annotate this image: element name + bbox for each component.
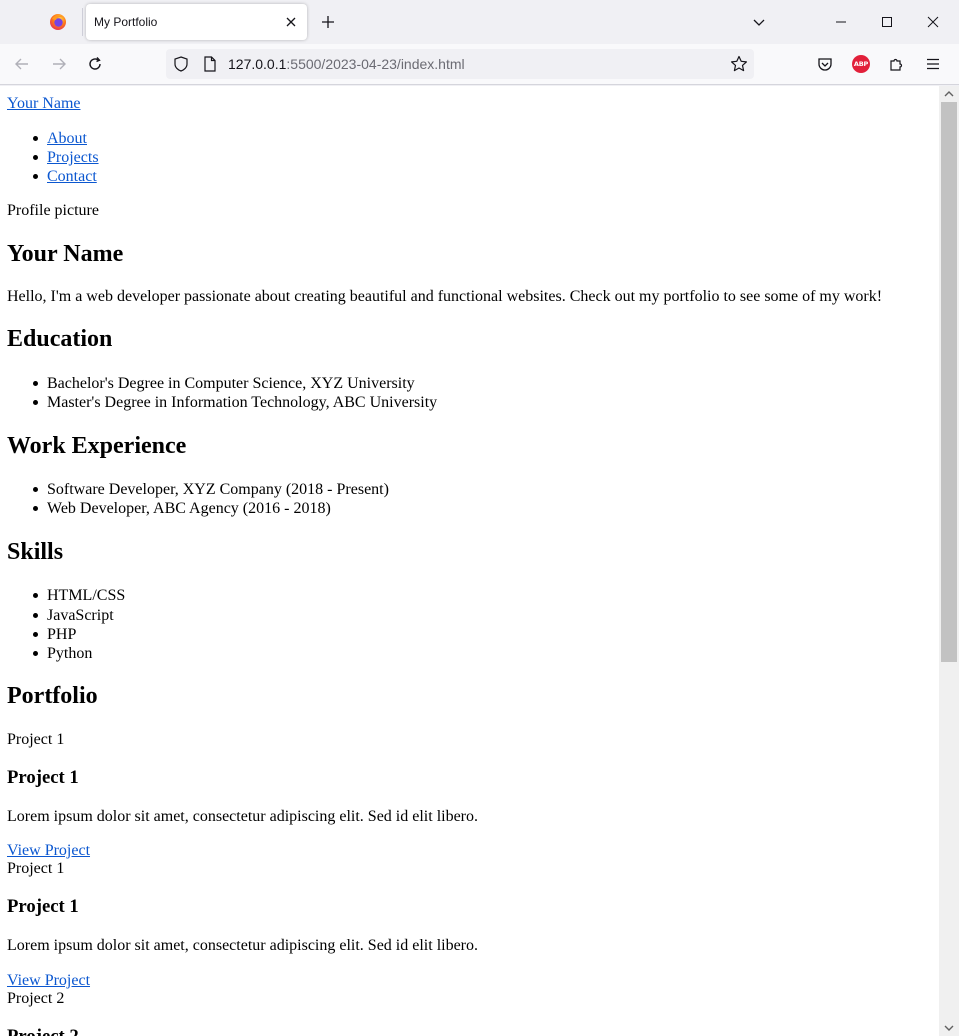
page-icon[interactable]	[202, 56, 218, 72]
scrollbar-thumb[interactable]	[941, 102, 957, 662]
project-title: Project 1	[7, 767, 79, 788]
hamburger-menu-icon[interactable]	[923, 54, 943, 74]
star-icon[interactable]	[730, 55, 748, 73]
skill-item: Python	[32, 645, 93, 662]
nav-link-contact[interactable]: Contact	[33, 167, 97, 186]
project-title: Project 2	[7, 1026, 79, 1036]
scroll-down-arrow-icon[interactable]	[939, 1020, 959, 1036]
vertical-scrollbar[interactable]	[939, 86, 959, 1036]
work-item: Web Developer, ABC Agency (2016 - 2018)	[33, 500, 331, 517]
intro-text: Hello, I'm a web developer passionate ab…	[7, 288, 883, 305]
tab-title: My Portfolio	[94, 15, 158, 29]
pocket-icon[interactable]	[815, 54, 835, 74]
profile-picture: Profile picture	[7, 202, 99, 219]
project-image: Project 2	[7, 990, 65, 1007]
portfolio-heading: Portfolio	[7, 683, 98, 709]
work-heading: Work Experience	[7, 433, 187, 459]
url-path: :5500/2023-04-23/index.html	[286, 56, 465, 72]
work-item: Software Developer, XYZ Company (2018 - …	[33, 481, 389, 498]
minimize-button[interactable]	[818, 0, 864, 44]
skill-item: PHP	[32, 626, 77, 643]
nav-link-about[interactable]: About	[33, 129, 87, 148]
name-heading: Your Name	[7, 241, 124, 267]
url-host: 127.0.0.1	[228, 56, 287, 72]
project-image: Project 1	[7, 860, 65, 877]
puzzle-icon[interactable]	[887, 54, 907, 74]
view-project-link[interactable]: View Project	[7, 841, 90, 860]
tab-strip: My Portfolio	[0, 0, 959, 44]
arrow-left-icon[interactable]	[12, 54, 32, 74]
chevron-down-icon[interactable]	[749, 12, 769, 32]
arrow-right-icon[interactable]	[49, 54, 69, 74]
education-item: Bachelor's Degree in Computer Science, X…	[33, 375, 415, 392]
plus-icon[interactable]	[318, 12, 338, 32]
nav-link-projects[interactable]: Projects	[33, 148, 99, 167]
scroll-up-arrow-icon[interactable]	[939, 86, 959, 102]
skill-item: JavaScript	[33, 607, 114, 624]
project-description: Lorem ipsum dolor sit amet, consectetur …	[7, 937, 479, 954]
education-heading: Education	[7, 326, 113, 352]
abp-label: ABP	[852, 55, 870, 73]
window-close-button[interactable]	[910, 0, 956, 44]
skill-item: HTML/CSS	[32, 587, 126, 604]
tab-my-portfolio[interactable]: My Portfolio	[86, 4, 307, 40]
url-text[interactable]: 127.0.0.1:5500/2023-04-23/index.html	[228, 56, 465, 72]
tab-separator	[82, 8, 83, 36]
close-icon[interactable]	[283, 14, 299, 30]
project-description: Lorem ipsum dolor sit amet, consectetur …	[7, 808, 479, 825]
shield-icon[interactable]	[173, 56, 189, 72]
brand-link[interactable]: Your Name	[7, 94, 80, 113]
skills-heading: Skills	[7, 539, 64, 565]
url-bar[interactable]: 127.0.0.1:5500/2023-04-23/index.html	[166, 49, 754, 79]
firefox-logo-icon[interactable]	[48, 12, 68, 32]
view-project-link[interactable]: View Project	[7, 971, 90, 990]
abp-icon[interactable]: ABP	[851, 54, 871, 74]
reload-icon[interactable]	[85, 54, 105, 74]
education-item: Master's Degree in Information Technolog…	[32, 394, 438, 411]
project-image: Project 1	[7, 731, 65, 748]
project-title: Project 1	[7, 896, 79, 917]
navigation-toolbar: 127.0.0.1:5500/2023-04-23/index.html ABP	[0, 44, 959, 85]
maximize-button[interactable]	[864, 0, 910, 44]
page-viewport: Your Name About Projects Contact Profile…	[0, 86, 959, 1036]
